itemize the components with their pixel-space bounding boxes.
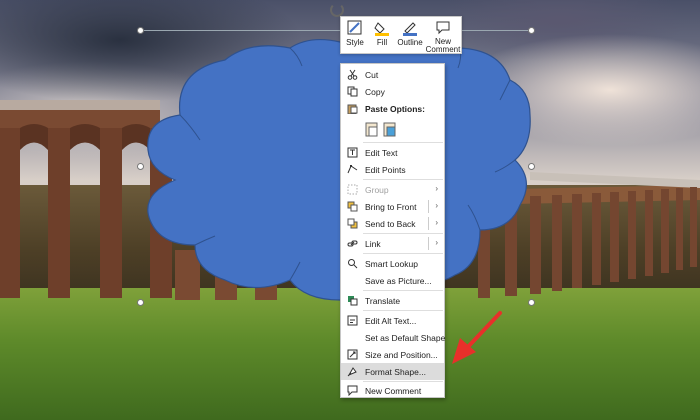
outline-label: Outline [397, 38, 423, 47]
mini-toolbar: Style Fill Outline New Comment [340, 16, 462, 54]
translate-icon [347, 295, 358, 306]
bring-to-front-icon [347, 201, 358, 212]
outline-button[interactable]: Outline [395, 20, 425, 47]
chevron-right-icon[interactable]: › [435, 201, 438, 210]
paste-keep-source-icon [365, 122, 378, 137]
group-icon [347, 184, 358, 195]
edit-text-icon [347, 147, 358, 158]
size-position-icon [347, 349, 358, 360]
menu-item-link[interactable]: Link › [341, 235, 444, 252]
menu-item-size-and-position[interactable]: Size and Position... [341, 346, 444, 363]
resize-handle[interactable] [137, 27, 144, 34]
search-icon [347, 258, 358, 269]
fill-label: Fill [376, 38, 388, 47]
menu-item-smart-lookup[interactable]: Smart Lookup [341, 255, 444, 272]
menu-item-paste-options: Paste Options: [341, 100, 444, 117]
send-to-back-icon [347, 218, 358, 229]
paste-option-buttons [365, 121, 405, 139]
paint-bucket-icon [374, 20, 390, 36]
paste-icon [347, 103, 358, 115]
chevron-right-icon[interactable]: › [435, 218, 438, 227]
menu-item-copy[interactable]: Copy [341, 83, 444, 100]
style-icon [347, 20, 363, 36]
copy-icon [347, 86, 358, 97]
resize-handle[interactable] [528, 27, 535, 34]
alt-text-icon [347, 315, 358, 326]
menu-item-save-as-picture[interactable]: Save as Picture... [341, 272, 444, 289]
resize-handle[interactable] [137, 299, 144, 306]
menu-item-edit-text[interactable]: Edit Text [341, 144, 444, 161]
context-menu: Cut Copy Paste Options: Edit Text Edit P… [340, 63, 445, 398]
comment-icon [435, 20, 451, 36]
resize-handle[interactable] [528, 163, 535, 170]
menu-item-format-shape[interactable]: Format Shape... [341, 363, 444, 380]
menu-item-new-comment[interactable]: New Comment [341, 382, 444, 399]
fill-button[interactable]: Fill [369, 20, 395, 47]
new-comment-button[interactable]: New Comment [425, 20, 461, 54]
resize-handle[interactable] [528, 299, 535, 306]
menu-item-bring-to-front[interactable]: Bring to Front › [341, 198, 444, 215]
resize-handle[interactable] [137, 163, 144, 170]
menu-item-set-default-shape[interactable]: Set as Default Shape [341, 329, 445, 346]
comment-icon [347, 385, 358, 397]
style-button[interactable]: Style [341, 20, 369, 47]
menu-item-send-to-back[interactable]: Send to Back › [341, 215, 444, 232]
edit-points-icon [347, 164, 358, 175]
new-comment-label: New Comment [425, 37, 461, 54]
rotate-handle[interactable] [330, 3, 344, 17]
style-label: Style [346, 38, 364, 47]
chevron-right-icon: › [435, 184, 438, 193]
paste-picture-icon [383, 122, 396, 137]
chevron-right-icon[interactable]: › [435, 238, 438, 247]
format-shape-icon [347, 366, 358, 377]
menu-item-group[interactable]: Group › [341, 181, 444, 198]
scissors-icon [347, 69, 358, 80]
link-icon [347, 238, 358, 249]
menu-item-translate[interactable]: Translate [341, 292, 444, 309]
pen-outline-icon [402, 20, 418, 36]
menu-item-edit-points[interactable]: Edit Points [341, 161, 444, 178]
menu-item-edit-alt-text[interactable]: Edit Alt Text... [341, 312, 444, 329]
menu-item-cut[interactable]: Cut [341, 66, 444, 83]
